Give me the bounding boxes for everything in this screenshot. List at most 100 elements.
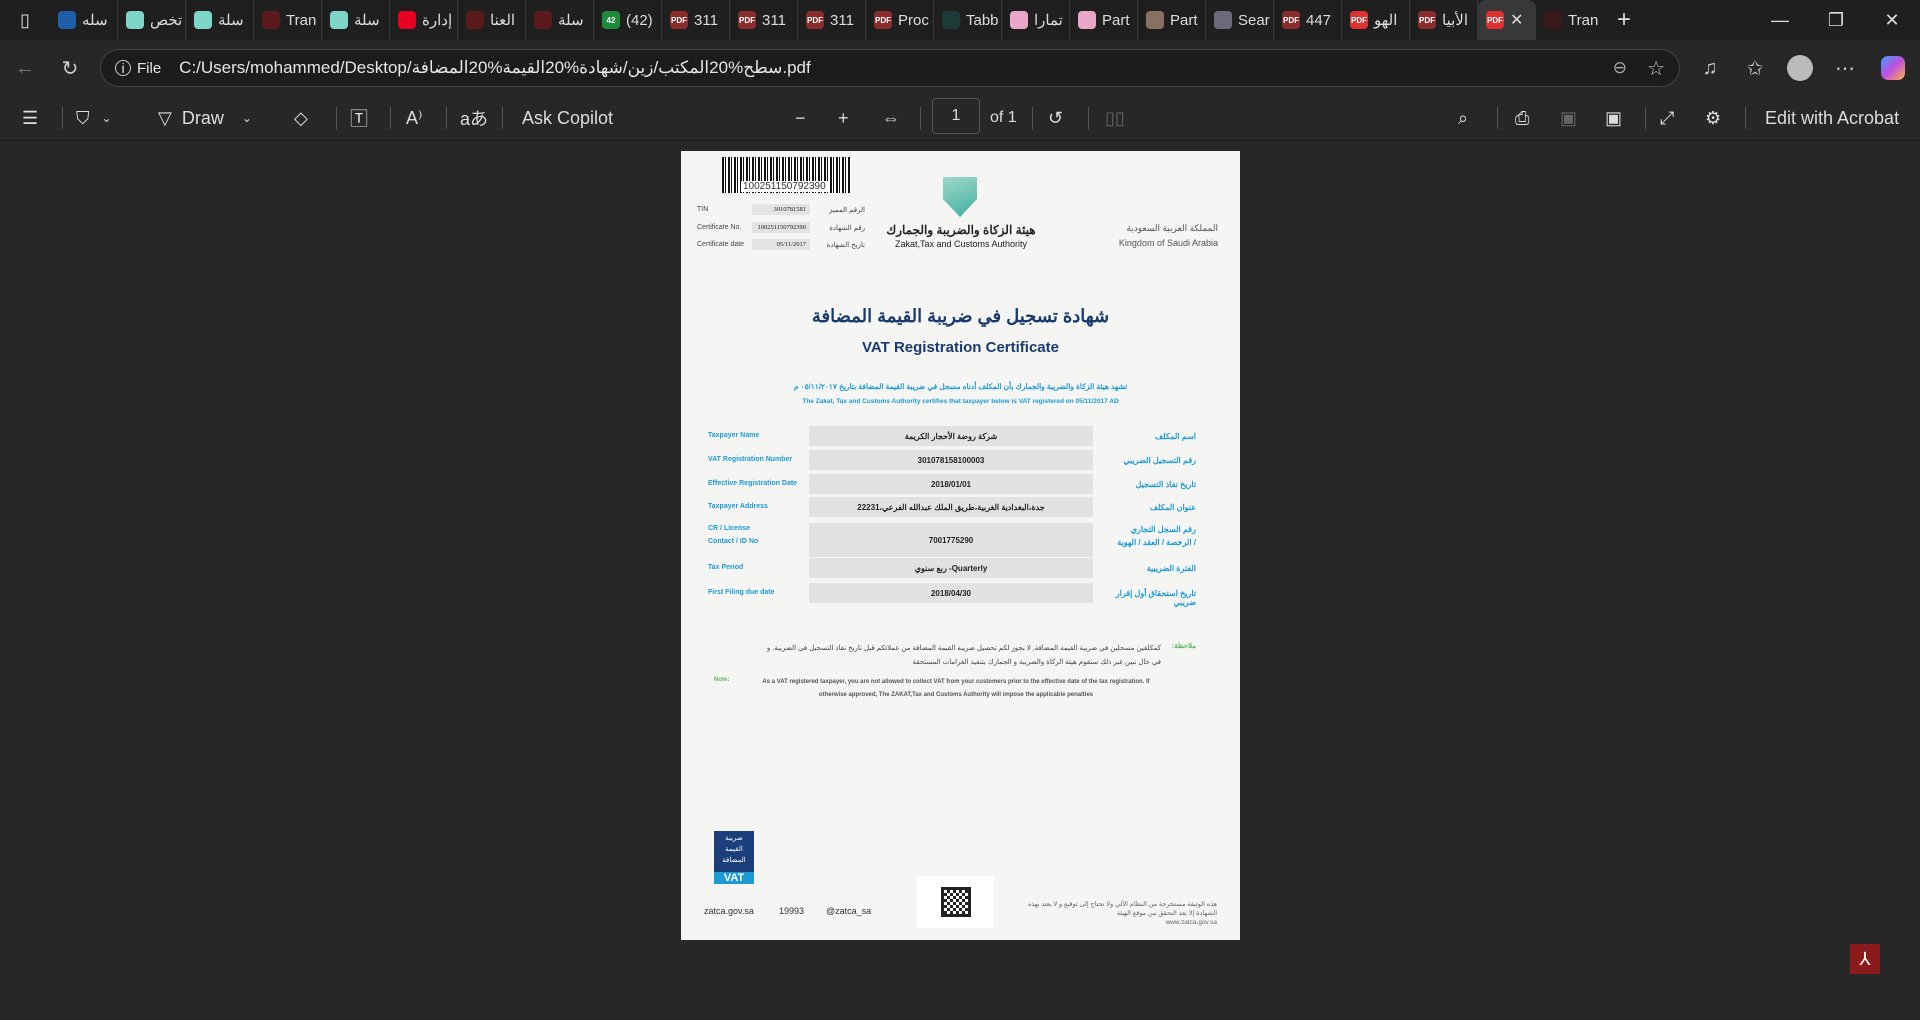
page-number-input[interactable]: 1 bbox=[932, 98, 980, 134]
page-view-icon[interactable]: ▯▯ bbox=[1105, 103, 1125, 133]
certify-en: The Zakat, Tax and Customs Authority cer… bbox=[802, 398, 1119, 405]
tab[interactable]: PDF 311 bbox=[798, 0, 866, 40]
save-as-icon[interactable]: ▣ bbox=[1605, 103, 1622, 133]
tab-bar: ▯ سله تخص سلة Tran سلة إدارة العنا سلة 42 (42) PDF… bbox=[0, 0, 1920, 40]
tab[interactable]: Sear bbox=[1206, 0, 1274, 40]
rotate-icon[interactable]: ↺ bbox=[1048, 103, 1063, 133]
tab[interactable]: Tran bbox=[254, 0, 322, 40]
row-label-en: Tax Period bbox=[708, 564, 744, 571]
note-en: As a VAT registered taxpayer, you are no… bbox=[762, 679, 1150, 698]
zoom-in-button[interactable]: + bbox=[838, 103, 849, 133]
print-icon[interactable]: ⎙ bbox=[1515, 103, 1529, 133]
authority-en: Zakat,Tax and Customs Authority bbox=[894, 239, 1028, 249]
title-en: VAT Registration Certificate bbox=[862, 339, 1059, 356]
info-label-en: TIN bbox=[697, 206, 709, 213]
tab[interactable]: سلة bbox=[526, 0, 594, 40]
save-icon[interactable]: ▣ bbox=[1560, 103, 1577, 133]
favorites-icon[interactable]: ✩ bbox=[1740, 53, 1770, 83]
eraser-icon[interactable]: ◇ bbox=[294, 103, 308, 133]
tab[interactable]: إدارة bbox=[390, 0, 458, 40]
acrobat-icon[interactable]: ⅄ bbox=[1850, 944, 1880, 974]
translate-icon[interactable]: aあ bbox=[460, 103, 488, 133]
zoom-out-icon[interactable]: ⊖ bbox=[1613, 58, 1627, 78]
tab[interactable]: Tabb bbox=[934, 0, 1002, 40]
tab[interactable]: تخص bbox=[118, 0, 186, 40]
info-value: 100251150792390 bbox=[752, 222, 810, 233]
note-label-ar: ملاحظة: bbox=[1171, 643, 1196, 650]
tab[interactable]: PDF 311 bbox=[662, 0, 730, 40]
qr-icon bbox=[940, 887, 971, 917]
tab[interactable]: 42 (42) bbox=[594, 0, 662, 40]
row-label-en: CR / License Contact / ID No bbox=[708, 525, 759, 545]
qr-code bbox=[917, 876, 994, 928]
sidebar-toggle-icon[interactable]: ▯ bbox=[0, 0, 50, 40]
close-tab-icon[interactable]: ✕ bbox=[1510, 10, 1523, 30]
close-window-button[interactable]: ✕ bbox=[1864, 0, 1920, 40]
note-label-en: Note: bbox=[714, 677, 730, 683]
footer-handle: @zatca_sa bbox=[826, 906, 872, 916]
salla-icon bbox=[194, 11, 212, 29]
read-aloud-icon[interactable]: A⁾ bbox=[406, 103, 422, 133]
tab[interactable]: PDF 311 bbox=[730, 0, 798, 40]
vat-logo: ضريبة القيمة المضافة VAT bbox=[714, 831, 754, 884]
profile-avatar[interactable] bbox=[1785, 53, 1815, 83]
footer-url: www.zatca.gov.sa bbox=[1165, 919, 1217, 926]
tab[interactable]: سلة bbox=[322, 0, 390, 40]
pdf-toolbar: ☰ ⛉ ⌄ ▽ Draw ⌄ ◇ 🅃 A⁾ aあ Ask Copilot − + … bbox=[0, 95, 1920, 141]
note-ar: كمكلفين مسجلين في ضريبة القيمة المضافة, … bbox=[766, 645, 1161, 666]
tamara-icon bbox=[1010, 11, 1028, 29]
table-row: Tax Period Quarterly- ربع سنوي الفترة ال… bbox=[681, 558, 1240, 578]
salla-icon bbox=[126, 11, 144, 29]
circle-icon bbox=[534, 11, 552, 29]
text-box-icon[interactable]: 🅃 bbox=[350, 103, 368, 133]
fullscreen-icon[interactable]: ⤢ bbox=[1660, 103, 1674, 133]
row-value: 2018/01/01 bbox=[809, 474, 1093, 494]
row-label-ar: رقم السجل التجاري / الرخصة / العقد / الهو… bbox=[1117, 525, 1196, 547]
highlight-icon[interactable]: ⛉ ⌄ bbox=[76, 103, 112, 133]
footer-disclaimer: هذه الوثيقة مستخرجة من النظام الآلي ولا … bbox=[1027, 901, 1217, 917]
tab[interactable]: تمارا bbox=[1002, 0, 1070, 40]
edit-with-acrobat-button[interactable]: Edit with Acrobat bbox=[1765, 103, 1899, 133]
refresh-icon[interactable]: ↻ bbox=[55, 53, 85, 83]
pdf-icon: PDF bbox=[738, 11, 756, 29]
new-tab-button[interactable]: + bbox=[1604, 0, 1644, 40]
minimize-button[interactable]: — bbox=[1752, 0, 1808, 40]
back-icon[interactable]: ← bbox=[10, 53, 40, 83]
copilot-icon[interactable] bbox=[1878, 53, 1908, 83]
tab[interactable]: PDF الهو bbox=[1342, 0, 1410, 40]
contents-icon[interactable]: ☰ bbox=[22, 103, 38, 133]
address-input[interactable]: i File C:/Users/mohammed/Desktop/سطح%20ا… bbox=[100, 49, 1680, 87]
tab[interactable]: سلة bbox=[186, 0, 254, 40]
tab[interactable]: سله bbox=[50, 0, 118, 40]
tab[interactable]: Part bbox=[1138, 0, 1206, 40]
tab-active[interactable]: PDF ✕ bbox=[1478, 0, 1536, 40]
row-label-en: First Filing due date bbox=[708, 589, 775, 596]
ask-copilot-button[interactable]: Ask Copilot bbox=[522, 103, 613, 133]
tab[interactable]: PDF الأبيا bbox=[1410, 0, 1478, 40]
more-options-icon[interactable]: ⋯ bbox=[1830, 53, 1860, 83]
kingdom-en: Kingdom of Saudi Arabia bbox=[1118, 238, 1218, 248]
settings-icon[interactable]: ⚙ bbox=[1705, 103, 1721, 133]
certify-ar: تشهد هيئة الزكاة والضريبة والجمارك بأن ا… bbox=[793, 382, 1128, 391]
tab[interactable]: Tran bbox=[1536, 0, 1604, 40]
draw-button[interactable]: ▽ Draw ⌄ bbox=[158, 103, 252, 133]
page-count: of 1 bbox=[990, 109, 1017, 126]
pdf-icon: PDF bbox=[1418, 11, 1436, 29]
row-value: جدة،البغدادية الغربية،طريق الملك عبدالله… bbox=[809, 497, 1093, 517]
pdf-icon: PDF bbox=[1486, 11, 1504, 29]
info-label-ar: تاريخ الشهادة bbox=[826, 242, 865, 249]
fit-width-icon[interactable]: ⇔ bbox=[882, 103, 900, 133]
pen-icon: ▽ bbox=[158, 107, 172, 128]
zoom-out-button[interactable]: − bbox=[795, 103, 806, 133]
read-aloud-icon[interactable]: ♫ bbox=[1695, 53, 1725, 83]
tab[interactable]: PDF Proc bbox=[866, 0, 934, 40]
tab[interactable]: Part bbox=[1070, 0, 1138, 40]
info-label-en: Certificate date bbox=[697, 241, 745, 248]
row-label-en: Taxpayer Address bbox=[708, 503, 768, 510]
favorite-star-icon[interactable]: ☆ bbox=[1647, 56, 1665, 81]
maximize-button[interactable]: ❐ bbox=[1808, 0, 1864, 40]
tab[interactable]: PDF 447 bbox=[1274, 0, 1342, 40]
row-label-ar: اسم المكلف bbox=[1154, 432, 1196, 441]
tab[interactable]: العنا bbox=[458, 0, 526, 40]
search-icon[interactable]: ⌕ bbox=[1458, 103, 1468, 133]
